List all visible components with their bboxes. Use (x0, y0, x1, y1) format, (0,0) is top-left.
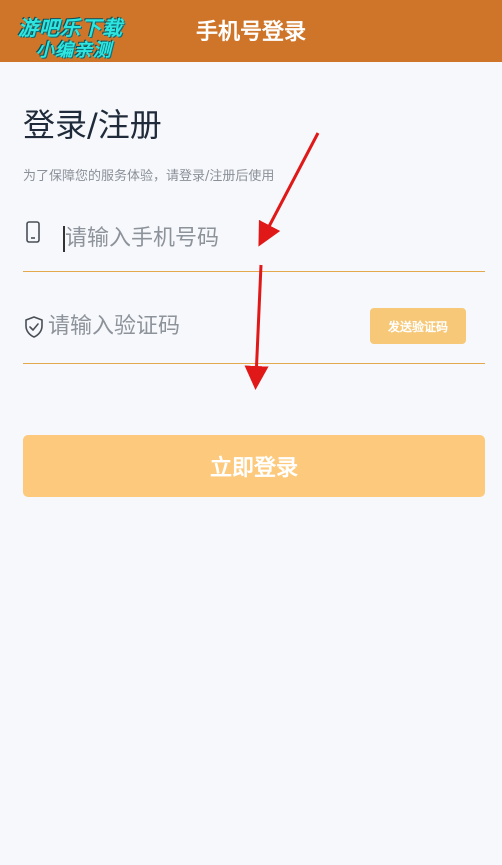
phone-icon (23, 220, 45, 250)
shield-check-icon (23, 315, 45, 343)
phone-number-input[interactable] (65, 222, 445, 254)
page-title: 登录/注册 (23, 106, 162, 144)
phone-field (23, 208, 485, 272)
header-bar: 游吧乐下载 小编亲测 手机号登录 (0, 0, 502, 62)
send-code-button[interactable]: 发送验证码 (370, 308, 466, 344)
login-button[interactable]: 立即登录 (23, 435, 485, 497)
header-title: 手机号登录 (195, 20, 306, 45)
page-subtitle: 为了保障您的服务体验，请登录/注册后使用 (23, 169, 275, 184)
verification-code-field: 发送验证码 (23, 300, 485, 364)
verification-code-input[interactable] (48, 310, 368, 342)
